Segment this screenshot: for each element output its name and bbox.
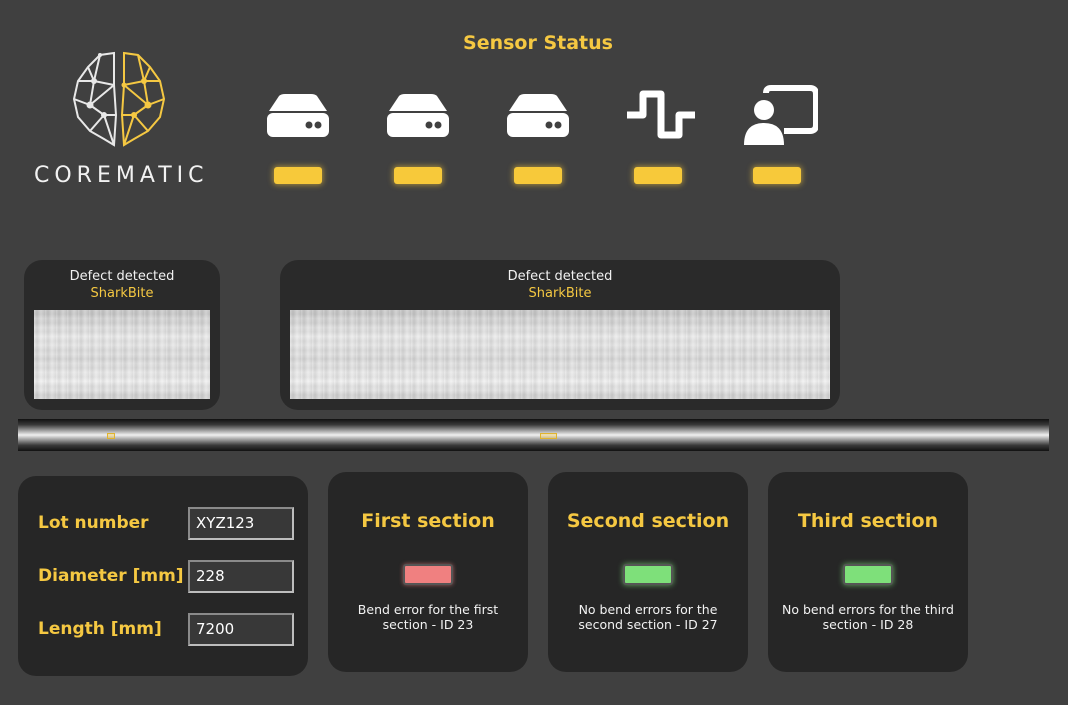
- server-icon: [387, 94, 449, 137]
- section-status-led: [843, 564, 893, 585]
- sensor-status-title: Sensor Status: [463, 32, 613, 54]
- defect-type: SharkBite: [90, 286, 154, 301]
- sensor-2-status-led: [394, 167, 442, 184]
- server-icon: [267, 94, 329, 137]
- diameter-field[interactable]: 228: [188, 560, 294, 593]
- section-title: First section: [361, 510, 495, 532]
- lot-number-field[interactable]: XYZ123: [188, 507, 294, 540]
- length-field[interactable]: 7200: [188, 613, 294, 646]
- lot-info-panel: Lot number XYZ123 Diameter [mm] 228 Leng…: [18, 476, 308, 676]
- third-section-panel: Third section No bend errors for the thi…: [768, 472, 968, 672]
- brain-logo-icon: [72, 51, 166, 147]
- diameter-label: Diameter [mm]: [38, 566, 184, 586]
- section-status-text: No bend errors for the third section - I…: [782, 602, 954, 632]
- section-title: Third section: [797, 510, 939, 532]
- sensor-4: [614, 85, 704, 195]
- sensor-1-status-led: [274, 167, 322, 184]
- defect-label: Defect detected: [507, 269, 613, 284]
- defect-scan-image: [290, 310, 830, 399]
- defect-card-2[interactable]: Defect detected SharkBite: [280, 260, 840, 410]
- pipe-scan-strip: [18, 419, 1049, 451]
- sensor-3: [494, 85, 584, 195]
- sensor-1: [254, 85, 344, 195]
- server-icon: [507, 94, 569, 137]
- length-label: Length [mm]: [38, 619, 162, 639]
- section-status-led: [403, 564, 453, 585]
- defect-card-1[interactable]: Defect detected SharkBite: [24, 260, 220, 410]
- second-section-panel: Second section No bend errors for the se…: [548, 472, 748, 672]
- defect-type: SharkBite: [528, 286, 592, 301]
- lot-number-label: Lot number: [38, 513, 149, 533]
- section-status-text: No bend errors for the second section - …: [578, 602, 718, 632]
- section-title: Second section: [566, 510, 730, 532]
- section-status-led: [623, 564, 673, 585]
- defect-marker-2[interactable]: [540, 433, 557, 439]
- sensor-5-status-led: [753, 167, 801, 184]
- section-status-text: Bend error for the first section - ID 23: [357, 602, 499, 632]
- signal-wave-icon: [627, 90, 695, 139]
- brand-wordmark: COREMATIC: [34, 163, 209, 188]
- defect-scan-image: [34, 310, 210, 399]
- defect-marker-1[interactable]: [107, 433, 115, 439]
- first-section-panel: First section Bend error for the first s…: [328, 472, 528, 672]
- sensor-4-status-led: [634, 167, 682, 184]
- sensor-5: [733, 85, 823, 195]
- presenter-icon: [744, 85, 818, 145]
- defect-label: Defect detected: [69, 269, 175, 284]
- sensor-2: [374, 85, 464, 195]
- sensor-3-status-led: [514, 167, 562, 184]
- corematic-logo: COREMATIC: [30, 45, 210, 195]
